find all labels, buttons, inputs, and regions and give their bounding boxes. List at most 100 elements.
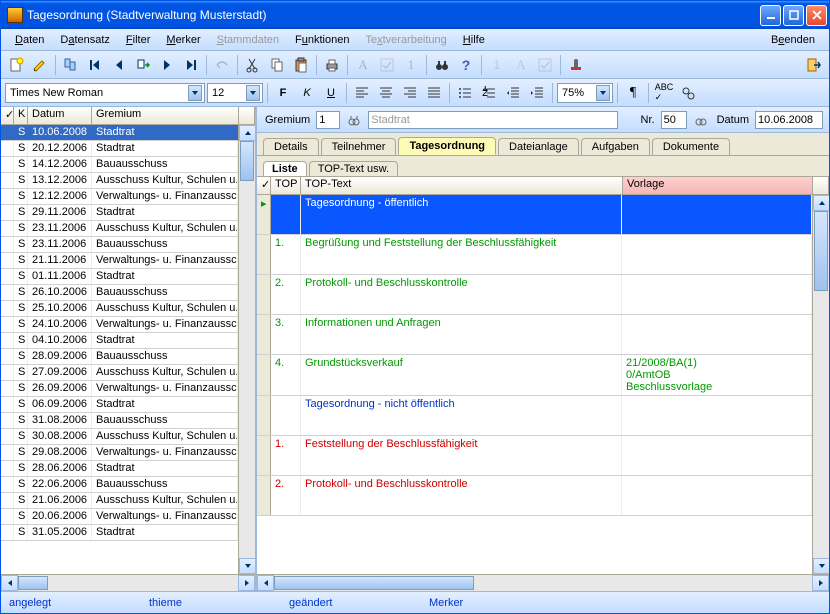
menu-filter[interactable]: Filter (118, 32, 158, 48)
underline-button[interactable]: U (320, 82, 342, 104)
align-center-button[interactable] (375, 82, 397, 104)
paste-button[interactable] (290, 54, 312, 76)
stamp-button[interactable] (565, 54, 587, 76)
menu-datensatz[interactable]: Datensatz (52, 32, 118, 48)
table-row[interactable]: S23.11.2006Bauausschuss (1, 237, 238, 253)
tab-aufgaben[interactable]: Aufgaben (581, 138, 650, 155)
tab-dateianlage[interactable]: Dateianlage (498, 138, 579, 155)
check2-button[interactable] (534, 54, 556, 76)
first-record-button[interactable] (84, 54, 106, 76)
font-name-combo[interactable]: Times New Roman (5, 83, 205, 103)
table-row[interactable]: S20.06.2006Verwaltungs- u. Finanzaussch (1, 509, 238, 525)
prev-record-button[interactable] (108, 54, 130, 76)
table-row[interactable]: S10.06.2008Stadtrat (1, 125, 238, 141)
next-record-button[interactable] (156, 54, 178, 76)
last-record-button[interactable] (180, 54, 202, 76)
table-row[interactable]: S31.05.2006Stadtrat (1, 525, 238, 541)
close-button[interactable] (806, 5, 827, 26)
goto-record-button[interactable] (132, 54, 154, 76)
table-row[interactable]: 2.Protokoll- und Beschlusskontrolle (257, 476, 812, 516)
tab-tagesordnung[interactable]: Tagesordnung (398, 137, 496, 155)
table-row[interactable]: Tagesordnung - öffentlich (257, 195, 812, 235)
cut-button[interactable] (242, 54, 264, 76)
outdent-button[interactable] (502, 82, 524, 104)
font-a-button[interactable]: A (352, 54, 374, 76)
left-hscroll[interactable] (1, 574, 255, 591)
copy-structure-button[interactable] (60, 54, 82, 76)
align-right-button[interactable] (399, 82, 421, 104)
menu-funktionen[interactable]: Funktionen (287, 32, 357, 48)
table-row[interactable]: 4.Grundstücksverkauf21/2008/BA(1)0/AmtOB… (257, 355, 812, 396)
table-row[interactable]: S22.06.2006Bauausschuss (1, 477, 238, 493)
font-size-combo[interactable]: 12 (207, 83, 263, 103)
table-row[interactable]: Tagesordnung - nicht öffentlich (257, 396, 812, 436)
tab-teilnehmer[interactable]: Teilnehmer (321, 138, 397, 155)
table-row[interactable]: S29.11.2006Stadtrat (1, 205, 238, 221)
table-row[interactable]: S21.06.2006Ausschuss Kultur, Schulen u. (1, 493, 238, 509)
rcol-vorlage[interactable]: Vorlage (623, 177, 813, 195)
font-1-button[interactable]: 1 (400, 54, 422, 76)
table-row[interactable]: 2.Protokoll- und Beschlusskontrolle (257, 275, 812, 315)
table-row[interactable]: S06.09.2006Stadtrat (1, 397, 238, 413)
innertab-liste[interactable]: Liste (263, 161, 307, 176)
indent-button[interactable] (526, 82, 548, 104)
col-gremium[interactable]: Gremium (92, 107, 239, 124)
col-check[interactable]: ✓ (1, 107, 14, 124)
table-row[interactable]: S29.08.2006Verwaltungs- u. Finanzaussch (1, 445, 238, 461)
table-row[interactable]: S27.09.2006Ausschuss Kultur, Schulen u. (1, 365, 238, 381)
new-button[interactable] (5, 54, 27, 76)
rcol-check[interactable]: ✓ (257, 177, 271, 195)
zoom-combo[interactable]: 75% (557, 83, 613, 103)
table-row[interactable]: S12.12.2006Verwaltungs- u. Finanzaussch (1, 189, 238, 205)
table-row[interactable]: S24.10.2006Verwaltungs- u. Finanzaussch (1, 317, 238, 333)
rcol-top[interactable]: TOP (271, 177, 301, 195)
datum-field[interactable] (755, 111, 823, 129)
table-row[interactable]: S28.09.2006Bauausschuss (1, 349, 238, 365)
check-button[interactable] (376, 54, 398, 76)
table-row[interactable]: S23.11.2006Ausschuss Kultur, Schulen u. (1, 221, 238, 237)
table-row[interactable]: S26.09.2006Verwaltungs- u. Finanzaussch (1, 381, 238, 397)
italic-button[interactable]: K (296, 82, 318, 104)
tab-details[interactable]: Details (263, 138, 319, 155)
menu-beenden[interactable]: Beenden (763, 32, 823, 48)
menu-daten[interactable]: Daten (7, 32, 52, 48)
table-row[interactable]: S01.11.2006Stadtrat (1, 269, 238, 285)
menu-hilfe[interactable]: Hilfe (455, 32, 493, 48)
tab-dokumente[interactable]: Dokumente (652, 138, 730, 155)
menu-merker[interactable]: Merker (158, 32, 208, 48)
edit-button[interactable] (29, 54, 51, 76)
spellcheck-button[interactable]: ABC✓ (653, 82, 675, 104)
table-row[interactable]: S30.08.2006Ausschuss Kultur, Schulen u. (1, 429, 238, 445)
numbered-list-button[interactable]: 12 (478, 82, 500, 104)
right-vscroll[interactable] (812, 195, 829, 574)
pilcrow-button[interactable]: ¶ (622, 82, 644, 104)
lookup-nr-button[interactable] (691, 110, 711, 130)
undo-button[interactable] (211, 54, 233, 76)
align-justify-button[interactable] (423, 82, 445, 104)
align-left-button[interactable] (351, 82, 373, 104)
col-k[interactable]: K (14, 107, 28, 124)
table-row[interactable]: 1.Feststellung der Beschlussfähigkeit (257, 436, 812, 476)
table-row[interactable]: S04.10.2006Stadtrat (1, 333, 238, 349)
table-row[interactable]: S28.06.2006Stadtrat (1, 461, 238, 477)
font-a2-button[interactable]: A (510, 54, 532, 76)
help-button[interactable]: ? (455, 54, 477, 76)
nr-field[interactable] (661, 111, 687, 129)
innertab-toptext[interactable]: TOP-Text usw. (309, 161, 398, 176)
table-row[interactable]: S31.08.2006Bauausschuss (1, 413, 238, 429)
right-hscroll[interactable] (257, 574, 829, 591)
num1-button[interactable]: 1 (486, 54, 508, 76)
minimize-button[interactable] (760, 5, 781, 26)
table-row[interactable]: S20.12.2006Stadtrat (1, 141, 238, 157)
find-button[interactable] (677, 82, 699, 104)
rcol-toptext[interactable]: TOP-Text (301, 177, 623, 195)
col-datum[interactable]: Datum (28, 107, 92, 124)
right-grid-body[interactable]: Tagesordnung - öffentlich1.Begrüßung und… (257, 195, 812, 574)
table-row[interactable]: S25.10.2006Ausschuss Kultur, Schulen u. (1, 301, 238, 317)
binoculars-button[interactable] (431, 54, 453, 76)
print-button[interactable] (321, 54, 343, 76)
left-vscroll[interactable] (238, 125, 255, 574)
table-row[interactable]: S13.12.2006Ausschuss Kultur, Schulen u. (1, 173, 238, 189)
table-row[interactable]: S21.11.2006Verwaltungs- u. Finanzaussch (1, 253, 238, 269)
bullet-list-button[interactable] (454, 82, 476, 104)
